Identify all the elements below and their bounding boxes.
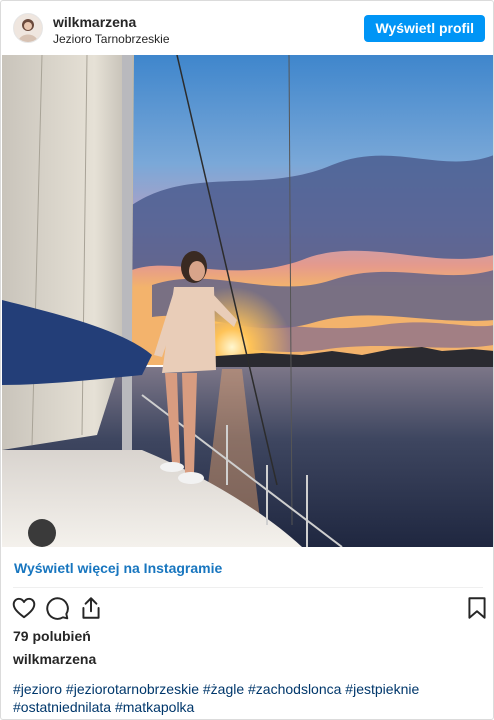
comment-icon[interactable] xyxy=(44,595,70,621)
caption-username[interactable]: wilkmarzena xyxy=(13,651,96,667)
post-photo[interactable] xyxy=(2,55,493,547)
username[interactable]: wilkmarzena xyxy=(53,14,136,30)
share-icon[interactable] xyxy=(78,595,104,621)
view-more-on-instagram-link[interactable]: Wyświetl więcej na Instagramie xyxy=(14,560,222,576)
likes-count[interactable]: 79 polubień xyxy=(13,628,91,644)
avatar[interactable] xyxy=(13,13,43,43)
location[interactable]: Jezioro Tarnobrzeskie xyxy=(53,32,170,46)
heart-icon[interactable] xyxy=(11,595,37,621)
bookmark-icon[interactable] xyxy=(464,595,490,621)
divider xyxy=(13,587,483,588)
view-profile-button[interactable]: Wyświetl profil xyxy=(364,15,485,42)
instagram-embed-card: wilkmarzena Jezioro Tarnobrzeskie Wyświe… xyxy=(0,0,494,720)
post-header: wilkmarzena Jezioro Tarnobrzeskie Wyświe… xyxy=(1,1,493,55)
caption-hashtags[interactable]: #jezioro #jeziorotarnobrzeskie #żagle #z… xyxy=(13,680,487,716)
